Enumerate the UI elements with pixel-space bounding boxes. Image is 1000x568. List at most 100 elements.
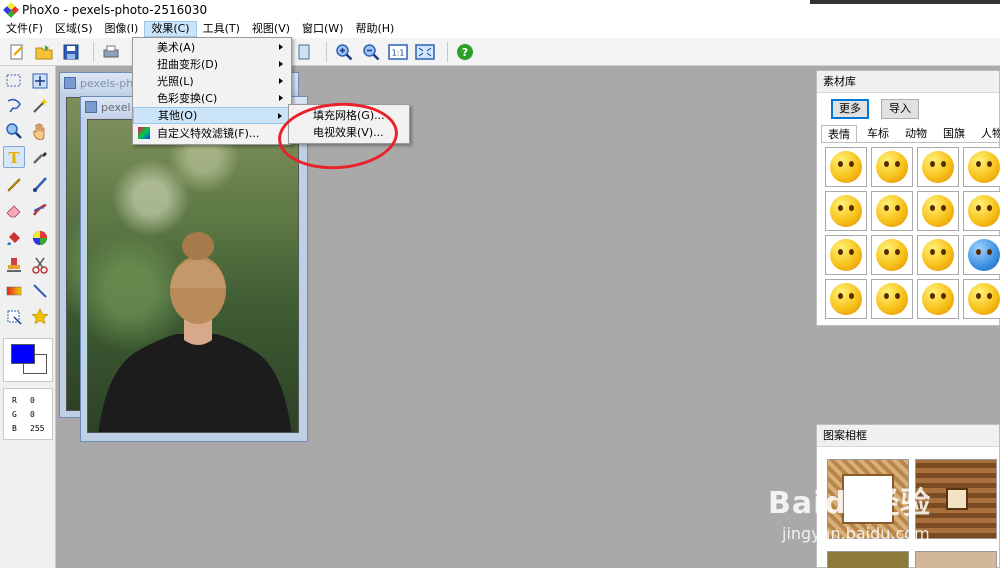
actual-size-icon[interactable]: 1:1: [387, 41, 409, 63]
effects-color-transform-item[interactable]: 色彩变换(C): [133, 90, 291, 107]
emoticon-cell[interactable]: [917, 235, 959, 275]
color-swatches[interactable]: [3, 338, 53, 382]
toolbar-separator: [326, 41, 327, 62]
rgb-b-label: B: [12, 424, 17, 433]
toolbar-separator: [447, 41, 448, 62]
emoticon-cell[interactable]: [825, 279, 867, 319]
rgb-b-value: 255: [30, 424, 45, 433]
scissors-icon[interactable]: [29, 254, 51, 276]
eraser-icon[interactable]: [3, 199, 25, 221]
line-icon[interactable]: [29, 280, 51, 302]
emoticon-cell[interactable]: [871, 191, 913, 231]
materials-panel-title: 素材库: [817, 71, 999, 93]
document-window-front[interactable]: pexel: [80, 96, 308, 442]
submenu-arrow-icon: [279, 78, 283, 84]
rgb-g-value: 0: [30, 410, 35, 419]
foreground-color[interactable]: [11, 344, 35, 364]
smudge-icon[interactable]: [29, 199, 51, 221]
materials-tabs: 表情 车标 动物 国旗 人物: [821, 125, 1000, 143]
brush-icon[interactable]: [29, 173, 51, 195]
svg-text:?: ?: [462, 46, 468, 59]
submenu-arrow-icon: [278, 113, 282, 119]
emoticon-cell[interactable]: [917, 147, 959, 187]
emoticon-cell[interactable]: [825, 235, 867, 275]
effects-other-item[interactable]: 其他(O): [133, 107, 291, 124]
zoom-icon[interactable]: [3, 120, 25, 142]
zoom-out-icon[interactable]: [360, 41, 382, 63]
stamp-icon[interactable]: [3, 254, 25, 276]
effects-lighting-item[interactable]: 光照(L): [133, 73, 291, 90]
new-file-icon[interactable]: [6, 41, 28, 63]
submenu-arrow-icon: [279, 61, 283, 67]
window-title: PhoXo - pexels-photo-2516030: [22, 3, 208, 17]
background-window-strip: [810, 0, 1000, 4]
emoticon-cell[interactable]: [963, 147, 1000, 187]
move-icon[interactable]: [29, 70, 51, 92]
tab-flags[interactable]: 国旗: [937, 125, 971, 142]
emoticon-cell[interactable]: [871, 147, 913, 187]
photo-woman-silhouette: [98, 232, 292, 432]
menu-file[interactable]: 文件(F): [0, 21, 49, 37]
gradient-icon[interactable]: [3, 280, 25, 302]
fill-bucket-icon[interactable]: [3, 227, 25, 249]
star-shape-icon[interactable]: [29, 306, 51, 328]
emoticon-cell[interactable]: [825, 191, 867, 231]
color-fill-icon[interactable]: [29, 227, 51, 249]
effects-menu: 美术(A) 扭曲变形(D) 光照(L) 色彩变换(C) 其他(O) 自定义特效滤…: [132, 37, 292, 145]
menu-region[interactable]: 区域(S): [49, 21, 99, 37]
eyedropper-icon[interactable]: [29, 146, 51, 168]
menu-effects[interactable]: 效果(C): [144, 21, 197, 37]
emoticon-cell[interactable]: [963, 279, 1000, 319]
emoticon-cell[interactable]: [917, 279, 959, 319]
hand-icon[interactable]: [29, 120, 51, 142]
menu-window[interactable]: 窗口(W): [296, 21, 349, 37]
emoticon-face-icon: [922, 195, 954, 227]
emoticon-cell[interactable]: [917, 191, 959, 231]
emoticon-cell[interactable]: [871, 235, 913, 275]
rect-select-icon[interactable]: [3, 70, 25, 92]
help-icon[interactable]: ?: [454, 41, 476, 63]
pencil-icon[interactable]: [3, 173, 25, 195]
effects-art-item[interactable]: 美术(A): [133, 39, 291, 56]
transform-icon[interactable]: [3, 306, 25, 328]
fit-window-icon[interactable]: [414, 41, 436, 63]
emoticon-cell[interactable]: [963, 191, 1000, 231]
tab-car-logos[interactable]: 车标: [861, 125, 895, 142]
text-tool-icon[interactable]: T: [3, 146, 25, 168]
document-title: pexel: [101, 100, 131, 114]
materials-panel: 素材库 更多 导入 表情 车标 动物 国旗 人物: [816, 70, 1000, 326]
save-icon[interactable]: [60, 41, 82, 63]
submenu-arrow-icon: [279, 95, 283, 101]
menu-tools[interactable]: 工具(T): [197, 21, 246, 37]
document-canvas[interactable]: [87, 119, 299, 433]
title-bar: PhoXo - pexels-photo-2516030: [0, 0, 1000, 20]
emoticon-cell[interactable]: [825, 147, 867, 187]
custom-filter-icon: [138, 127, 150, 139]
tool-panel: T R 0 G 0 B 255: [0, 66, 56, 568]
emoticon-face-icon: [876, 283, 908, 315]
effects-custom-filter-item[interactable]: 自定义特效滤镜(F)...: [133, 125, 291, 142]
emoticon-face-icon: [876, 151, 908, 183]
baidu-watermark: Baidu经验 jingyan.baidu.com: [760, 478, 1000, 568]
print-icon[interactable]: [100, 41, 122, 63]
emoticon-face-icon: [876, 195, 908, 227]
open-folder-icon[interactable]: [33, 41, 55, 63]
tab-emoticons[interactable]: 表情: [821, 125, 857, 142]
tab-people[interactable]: 人物: [975, 125, 1000, 142]
lasso-icon[interactable]: [3, 95, 25, 117]
menu-image[interactable]: 图像(I): [99, 21, 145, 37]
magic-wand-icon[interactable]: [29, 95, 51, 117]
menu-bar: 文件(F) 区域(S) 图像(I) 效果(C) 工具(T) 视图(V) 窗口(W…: [0, 20, 1000, 38]
emoticon-cell[interactable]: [871, 279, 913, 319]
emoticon-face-icon: [922, 239, 954, 271]
tab-animals[interactable]: 动物: [899, 125, 933, 142]
clipboard-icon[interactable]: [293, 41, 315, 63]
menu-view[interactable]: 视图(V): [246, 21, 296, 37]
menu-help[interactable]: 帮助(H): [349, 21, 400, 37]
effects-distort-item[interactable]: 扭曲变形(D): [133, 56, 291, 73]
svg-text:T: T: [8, 149, 20, 166]
more-button[interactable]: 更多: [831, 99, 869, 119]
zoom-in-icon[interactable]: [333, 41, 355, 63]
emoticon-cell[interactable]: [963, 235, 1000, 275]
import-button[interactable]: 导入: [881, 99, 919, 119]
